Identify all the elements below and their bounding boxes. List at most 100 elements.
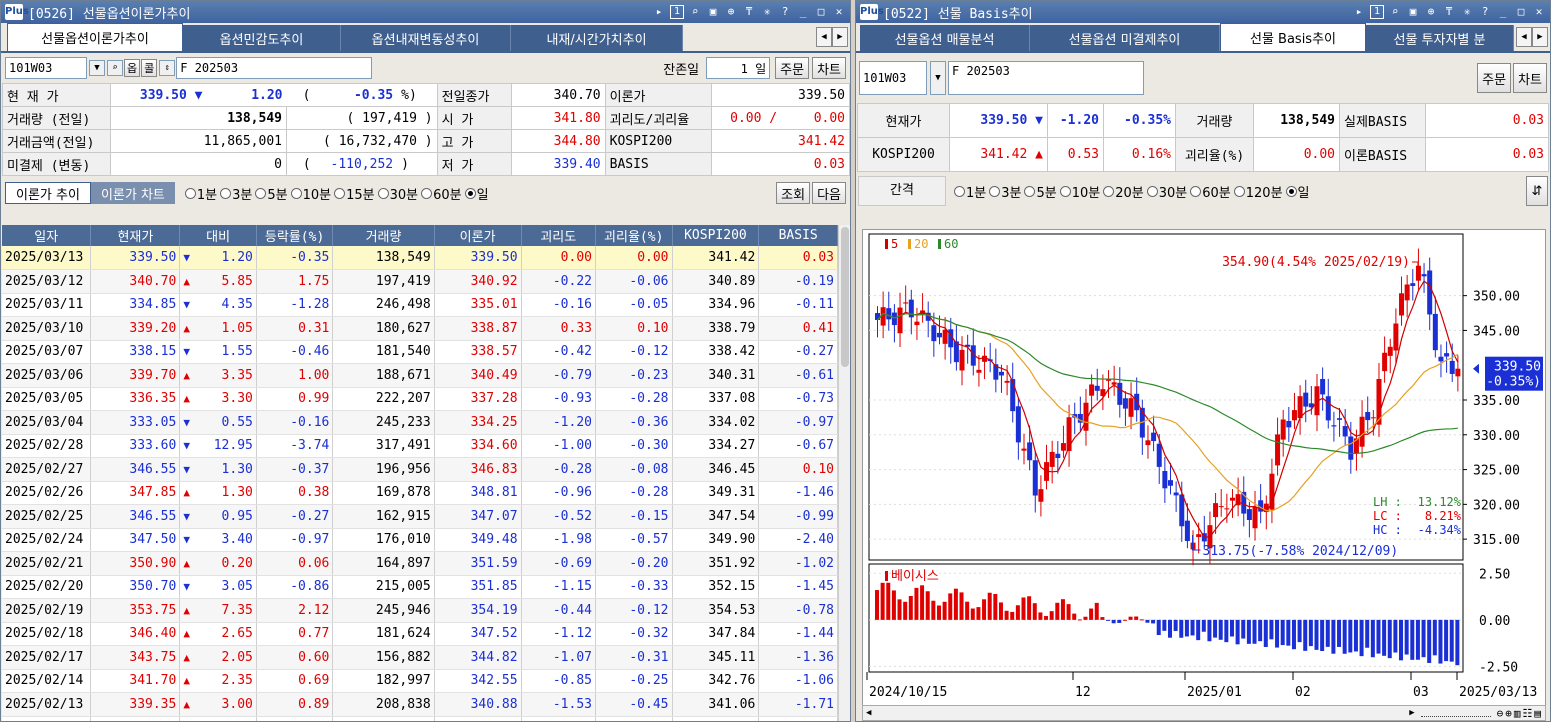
tab-volume-analysis[interactable]: 선물옵션 매물분석 — [860, 25, 1030, 51]
table-row[interactable]: 2025/03/06 339.70 ▲ 3.35 1.00 188,671 340.49 -0… — [2, 363, 838, 388]
settings-icon[interactable]: ✳ — [1460, 5, 1474, 19]
link-icon[interactable]: ▣ — [1406, 5, 1420, 19]
screen-number-icon[interactable]: 1 — [670, 5, 684, 19]
maximize-icon[interactable]: □ — [814, 5, 828, 19]
close-icon[interactable]: ✕ — [832, 5, 846, 19]
table-row[interactable]: 2025/02/18 346.40 ▲ 2.65 0.77 181,624 347.52 -1… — [2, 622, 838, 646]
table-row[interactable]: 2025/02/17 343.75 ▲ 2.05 0.60 156,882 344.82 -1… — [2, 645, 838, 670]
help-icon[interactable]: ? — [778, 5, 792, 19]
rp-radio-1[interactable]: 3분 — [989, 182, 1021, 201]
table-row[interactable]: 2025/02/21 350.90 ▲ 0.20 0.06 164,897 351.59 -0… — [2, 551, 838, 576]
chart-scrollbar[interactable]: ◀ ▶ ⊖ ⊕ ▥ ☷ ▤ — [862, 705, 1546, 721]
column-header[interactable]: 거래량 — [332, 225, 435, 246]
tab-next-icon[interactable]: ▶ — [1532, 27, 1548, 47]
column-header[interactable]: 일자 — [2, 225, 92, 246]
left-titlebar[interactable]: Plus [0526] 선물옵션이론가추이 ▸ 1 ⌕ ▣ ⊕ ₸ ✳ ? _ … — [1, 1, 850, 23]
table-scroll-thumb[interactable] — [841, 227, 849, 367]
scroll-left-icon[interactable]: ◀ — [866, 708, 871, 718]
code-search-icon[interactable]: ⌕ — [107, 60, 123, 76]
subtab-theory-chart[interactable]: 이론가 차트 — [90, 182, 175, 204]
order-button[interactable]: 주문 — [775, 57, 810, 79]
pin-icon[interactable]: ₸ — [1442, 5, 1456, 19]
column-header[interactable]: 괴리율(%) — [595, 225, 673, 246]
tab-next-icon[interactable]: ▶ — [832, 27, 848, 47]
tab-basis-trend[interactable]: 선물 Basis추이 — [1220, 23, 1366, 51]
subtab-theory-trend[interactable]: 이론가 추이 — [5, 182, 91, 204]
maximize-icon[interactable]: □ — [1514, 5, 1528, 19]
basis-chart[interactable]: 350.00 345.00 335.00 330.00 325.00 320.00 315.… — [862, 229, 1546, 707]
zoom-slider[interactable] — [1420, 709, 1491, 717]
lp-radio-6[interactable]: 60분 — [421, 184, 462, 203]
menu-arrow-icon[interactable]: ▸ — [652, 5, 666, 19]
lp-radio-3[interactable]: 10분 — [290, 184, 331, 203]
column-header[interactable]: 대비 — [179, 225, 257, 246]
link-icon[interactable]: ▣ — [706, 5, 720, 19]
table-row[interactable]: 2025/02/25 346.55 ▼ 0.95 -0.27 162,915 347.07-… — [2, 504, 838, 529]
lp-radio-2[interactable]: 5분 — [255, 184, 288, 203]
next-button[interactable]: 다음 — [812, 182, 846, 204]
column-header[interactable]: 등락률(%) — [256, 225, 334, 246]
column-header[interactable]: KOSPI200 — [672, 225, 760, 246]
table-row[interactable]: 2025/02/14 341.70 ▲ 2.35 0.69 182,997 342.55 -0… — [2, 669, 838, 693]
chart-list-icon[interactable]: ☷ — [1523, 707, 1533, 720]
help-icon[interactable]: ? — [1478, 5, 1492, 19]
right-code-dropdown-icon[interactable]: ▼ — [930, 61, 946, 95]
column-header[interactable]: 괴리도 — [521, 225, 596, 246]
lp-radio-1[interactable]: 3분 — [220, 184, 252, 203]
scroll-right-icon[interactable]: ▶ — [1409, 708, 1414, 718]
close-icon[interactable]: ✕ — [1532, 5, 1546, 19]
search-icon[interactable]: ⌕ — [1388, 5, 1402, 19]
lp-radio-7[interactable]: 일 — [464, 184, 489, 203]
zoom-out-icon[interactable]: ⊖ — [1497, 707, 1504, 720]
chart-page-icon[interactable]: ▤ — [1534, 707, 1541, 720]
menu-arrow-icon[interactable]: ▸ — [1352, 5, 1366, 19]
table-row[interactable]: 2025/02/27 346.55 ▼ 1.30 -0.37 196,956 346.83-… — [2, 457, 838, 482]
table-row[interactable]: 2025/03/13 339.50 ▼ 1.20 -0.35 138,549 339.50 0… — [2, 246, 838, 270]
code-input[interactable]: 101W03 — [5, 57, 87, 79]
table-scrollbar[interactable] — [838, 225, 850, 721]
zoom-icon[interactable]: ⊕ — [724, 5, 738, 19]
minimize-icon[interactable]: _ — [1496, 5, 1510, 19]
rp-radio-6[interactable]: 60분 — [1190, 182, 1231, 201]
rp-radio-8[interactable]: 일 — [1285, 182, 1310, 201]
chart-settings-icon[interactable]: ⇵ — [1526, 176, 1548, 206]
table-row[interactable]: 2025/03/12 340.70 ▲ 5.85 1.75 197,419 340.92 -0… — [2, 269, 838, 294]
tab-option-sensitivity[interactable]: 옵션민감도추이 — [183, 25, 341, 51]
table-row[interactable]: 2025/03/10 339.20 ▲ 1.05 0.31 180,627 338.87 0.… — [2, 316, 838, 341]
tab-intrinsic-time-value[interactable]: 내재/시간가치추이 — [511, 25, 683, 51]
tab-prev-icon[interactable]: ◀ — [816, 27, 832, 47]
table-row[interactable]: 2025/02/19 353.75 ▲ 7.35 2.12 245,946 354.19 -0… — [2, 598, 838, 623]
table-row[interactable]: 2025/02/20 350.70 ▼ 3.05 -0.86 215,005 351.85-… — [2, 575, 838, 599]
lp-radio-4[interactable]: 15분 — [334, 184, 375, 203]
table-row[interactable]: 2025/02/13 339.35 ▲ 3.00 0.89 208,838 340.88 -1… — [2, 692, 838, 717]
rp-radio-3[interactable]: 10분 — [1059, 182, 1100, 201]
tab-prev-icon[interactable]: ◀ — [1516, 27, 1532, 47]
table-row[interactable]: 2025/02/12336.35▲0.700.21179,347337.06-0… — [2, 716, 838, 721]
call-toggle-button[interactable]: 콜 — [141, 59, 158, 77]
table-row[interactable]: 2025/02/24 347.50 ▼ 3.40 -0.97 176,010 349.48-… — [2, 528, 838, 552]
right-order-button[interactable]: 주문 — [1477, 63, 1512, 93]
lp-radio-5[interactable]: 30분 — [377, 184, 418, 203]
chart-button[interactable]: 차트 — [812, 57, 846, 79]
pin-icon[interactable]: ₸ — [742, 5, 756, 19]
table-row[interactable]: 2025/02/28 333.60 ▼ 12.95 -3.74 317,491 334.60… — [2, 434, 838, 458]
tab-theory-trend[interactable]: 선물옵션이론가추이 — [7, 23, 183, 51]
column-header[interactable]: 현재가 — [90, 225, 181, 246]
screen-number-icon[interactable]: 1 — [1370, 5, 1384, 19]
rp-radio-4[interactable]: 20분 — [1103, 182, 1144, 201]
chart-tools-icon[interactable]: ▥ — [1514, 707, 1521, 720]
table-row[interactable]: 2025/03/05 336.35 ▲ 3.30 0.99 222,207 337.28 -0… — [2, 387, 838, 411]
settings-icon[interactable]: ✳ — [760, 5, 774, 19]
column-header[interactable]: 이론가 — [434, 225, 522, 246]
put-toggle-button[interactable]: 옵 — [124, 59, 141, 77]
tab-investor[interactable]: 선물 투자자별 분 — [1366, 25, 1514, 51]
table-row[interactable]: 2025/03/11 334.85 ▼ 4.35 -1.28 246,498 335.01-… — [2, 293, 838, 317]
zoom-in-icon[interactable]: ⊕ — [1505, 707, 1512, 720]
lp-radio-0[interactable]: 1분 — [184, 184, 217, 203]
search-icon[interactable]: ⌕ — [688, 5, 702, 19]
code-dropdown-icon[interactable]: ▼ — [89, 60, 105, 76]
minimize-icon[interactable]: _ — [796, 5, 810, 19]
remaining-days-field[interactable]: 1 일 — [706, 57, 771, 79]
column-header[interactable]: BASIS — [758, 225, 838, 246]
right-code-input[interactable]: 101W03 — [859, 61, 927, 95]
